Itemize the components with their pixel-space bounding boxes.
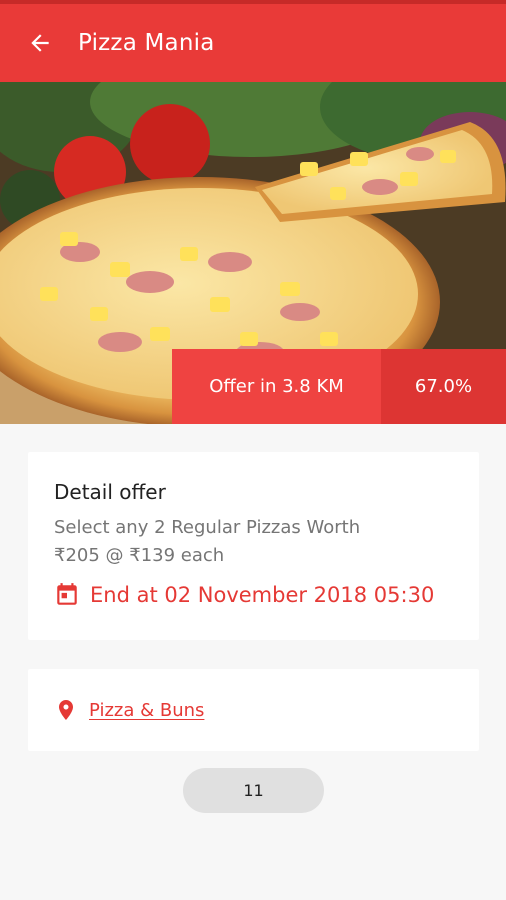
detail-offer-card: Detail offer Select any 2 Regular Pizzas… [28,452,479,640]
offer-description: Select any 2 Regular Pizzas Worth ₹205 @… [54,514,453,570]
back-button[interactable] [14,17,66,69]
offer-discount-badge: 67.0% [381,349,506,424]
location-pin-icon [59,700,73,720]
offer-strip: Offer in 3.8 KM 67.0% [172,349,506,424]
calendar-icon [57,583,77,605]
offer-end-row: End at 02 November 2018 05:30 [54,582,453,608]
store-name-link[interactable]: Pizza & Buns [89,700,204,721]
arrow-back-icon [31,34,49,52]
store-card: Pizza & Buns [28,669,479,751]
offer-end-date: End at 02 November 2018 05:30 [90,583,435,607]
detail-offer-heading: Detail offer [54,480,166,504]
offer-distance-label: Offer in 3.8 KM [172,349,381,424]
app-bar: Pizza Mania [0,4,506,82]
count-badge[interactable]: 11 [183,768,324,813]
offer-description-line-2: ₹205 @ ₹139 each [54,545,225,566]
offer-description-line-1: Select any 2 Regular Pizzas Worth [54,517,361,538]
page-title: Pizza Mania [78,30,215,56]
